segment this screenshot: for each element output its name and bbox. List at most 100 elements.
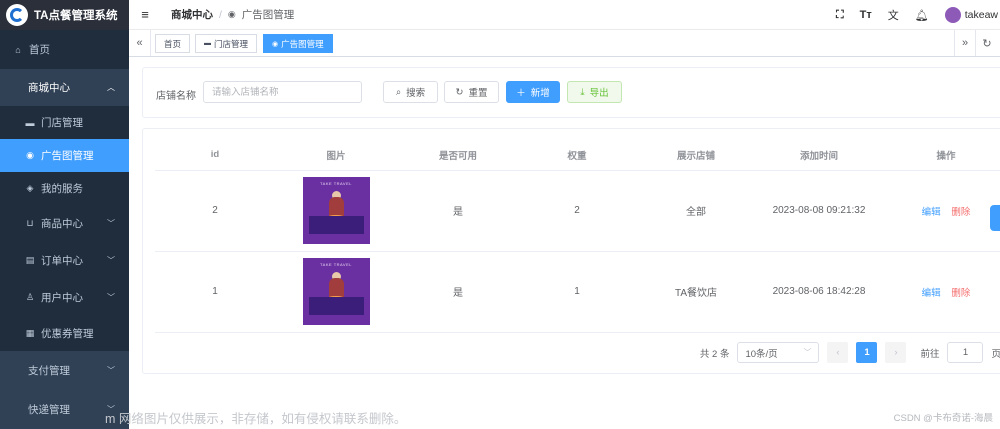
fullscreen-icon[interactable]: ⛶: [836, 9, 844, 22]
cell-time: 2023-08-06 18:42:28: [757, 251, 881, 333]
settings-drawer-handle[interactable]: [990, 205, 1000, 231]
refresh-icon: ↻: [455, 86, 464, 98]
sidebar-item-label: 优惠券管理: [41, 328, 94, 340]
sidebar-item-order-center[interactable]: ▤ 订单中心 ﹀: [0, 242, 129, 279]
sidebar-item-label: 商城中心: [28, 82, 70, 94]
data-table-card: id 图片 是否可用 权重 展示店铺 添加时间 操作 2 TAKE TRAVEL: [142, 128, 1000, 374]
sidebar-item-coupon-management[interactable]: ▦ 优惠券管理: [0, 316, 129, 351]
cell-available: 是: [397, 251, 519, 333]
shop-name-label: 店铺名称: [156, 91, 196, 102]
chevron-up-icon: ︿: [107, 83, 115, 92]
page-size-value: 10条/页: [745, 348, 778, 360]
page-number[interactable]: 1: [856, 342, 878, 363]
main-content: 店铺名称 ⌕ 搜索 ↻ 重置 ＋ 新增 ⤓ 导出 id 图片 是否可用 权重: [129, 57, 1000, 428]
edit-link[interactable]: 编辑: [922, 288, 941, 299]
tag-label: 门店管理: [214, 38, 249, 49]
column-header: 操作: [881, 140, 1000, 171]
double-chevron-left-icon[interactable]: «: [129, 30, 151, 56]
bell-icon[interactable]: 🔔︎: [915, 9, 929, 22]
breadcrumb-item[interactable]: 商城中心: [171, 7, 213, 22]
tag-home[interactable]: 首页: [155, 34, 191, 53]
coupon-icon: ▦: [25, 328, 35, 338]
shop-icon: ▬: [204, 40, 211, 47]
ad-image-caption: TAKE TRAVEL: [320, 262, 352, 267]
sidebar-item-mall-center[interactable]: 商城中心 ︿: [0, 69, 129, 106]
tags-view: « 首页 ▬ 门店管理 ◉ 广告图管理 » ↻: [129, 30, 1000, 57]
refresh-icon[interactable]: ↻: [976, 30, 998, 56]
tag-ad-image-management[interactable]: ◉ 广告图管理: [263, 34, 333, 53]
breadcrumb-item: 广告图管理: [241, 9, 295, 21]
sidebar-item-label: 首页: [29, 44, 50, 56]
cell-image[interactable]: TAKE TRAVEL: [275, 251, 397, 333]
next-page-button[interactable]: ›: [885, 342, 907, 363]
sidebar-item-payment[interactable]: 支付管理 ﹀: [0, 351, 129, 389]
cell-id: 2: [155, 170, 275, 252]
sidebar-item-label: 支付管理: [28, 364, 70, 377]
cell-shop: TA餐饮店: [635, 251, 757, 333]
font-size-icon[interactable]: Tт: [860, 9, 872, 21]
tag-label: 首页: [164, 38, 182, 49]
table-row: 1 TAKE TRAVEL 是 1 TA餐饮店 2023-08-06 18:42…: [155, 251, 1000, 333]
column-header: 权重: [519, 140, 635, 171]
sidebar-item-product-center[interactable]: ⊔ 商品中心 ﹀: [0, 205, 129, 242]
shop-name-input[interactable]: [203, 81, 362, 103]
export-button-label: 导出: [589, 88, 609, 99]
add-button-label: 新增: [530, 88, 550, 99]
cart-icon: ⊔: [26, 218, 34, 228]
search-button-label: 搜索: [406, 88, 426, 99]
sidebar: TA点餐管理系统 ⌂ 首页 商城中心 ︿ ▬ 门店管理 ◉ 广告图管理 ◈ 我的…: [0, 0, 129, 429]
shop-icon: ▬: [25, 117, 35, 128]
export-button[interactable]: ⤓ 导出: [567, 81, 622, 103]
user-icon: ♙: [25, 292, 35, 302]
plus-icon: ＋: [516, 88, 526, 99]
sidebar-item-label: 用户中心: [41, 292, 83, 304]
cell-available: 是: [397, 170, 519, 252]
sidebar-item-label: 快递管理: [28, 403, 70, 416]
cell-actions: 编辑 删除: [881, 251, 1000, 333]
search-form: 店铺名称 ⌕ 搜索 ↻ 重置 ＋ 新增 ⤓ 导出: [142, 67, 1000, 118]
prev-page-button[interactable]: ‹: [827, 342, 849, 363]
total-count: 共 2 条: [699, 348, 730, 360]
sidebar-item-store-management[interactable]: ▬ 门店管理: [0, 106, 129, 139]
sidebar-item-ad-image-management[interactable]: ◉ 广告图管理: [0, 139, 129, 172]
delete-link[interactable]: 删除: [951, 288, 970, 299]
table-header-row: id 图片 是否可用 权重 展示店铺 添加时间 操作: [155, 140, 1000, 171]
sidebar-item-label: 订单中心: [41, 255, 83, 267]
data-table: id 图片 是否可用 权重 展示店铺 添加时间 操作 2 TAKE TRAVEL: [155, 140, 1000, 333]
add-button[interactable]: ＋ 新增: [506, 81, 560, 103]
column-header: 添加时间: [757, 140, 881, 171]
breadcrumb-separator: /: [219, 8, 222, 21]
chevron-down-icon: ﹀: [107, 219, 115, 228]
reset-button[interactable]: ↻ 重置: [444, 81, 499, 103]
sidebar-item-label: 门店管理: [41, 117, 83, 129]
sidebar-item-label: 我的服务: [41, 183, 83, 195]
username: takeaw: [964, 8, 998, 21]
user-menu[interactable]: takeaw: [944, 7, 998, 23]
edit-link[interactable]: 编辑: [922, 207, 941, 218]
sidebar-item-user-center[interactable]: ♙ 用户中心 ﹀: [0, 279, 129, 316]
sidebar-item-home[interactable]: ⌂ 首页: [0, 30, 129, 69]
camera-icon: ◉: [26, 150, 34, 160]
avatar: [944, 7, 961, 23]
cell-time: 2023-08-08 09:21:32: [757, 170, 881, 252]
app-logo[interactable]: TA点餐管理系统: [0, 0, 129, 30]
translate-icon[interactable]: 文: [888, 7, 899, 23]
chevron-down-icon: ﹀: [107, 293, 115, 302]
delete-link[interactable]: 删除: [951, 207, 970, 218]
page-size-select[interactable]: 10条/页 ﹀: [737, 342, 820, 363]
order-icon: ▤: [25, 255, 35, 265]
double-chevron-right-icon[interactable]: »: [954, 30, 976, 56]
ad-image-thumbnail[interactable]: TAKE TRAVEL: [302, 177, 370, 244]
column-header[interactable]: id: [155, 140, 275, 171]
ad-image-thumbnail[interactable]: TAKE TRAVEL: [302, 258, 370, 325]
tag-store-management[interactable]: ▬ 门店管理: [195, 34, 258, 53]
search-button[interactable]: ⌕ 搜索: [383, 81, 438, 103]
search-icon: ⌕: [395, 86, 402, 98]
hamburger-icon[interactable]: ≡: [134, 7, 156, 22]
cell-image[interactable]: TAKE TRAVEL: [275, 170, 397, 252]
goto-page-input[interactable]: 1: [947, 342, 984, 363]
home-icon: ⌂: [15, 44, 21, 55]
download-icon: ⤓: [580, 86, 585, 98]
sidebar-item-label: 广告图管理: [41, 150, 94, 162]
sidebar-item-my-service[interactable]: ◈ 我的服务: [0, 172, 129, 205]
